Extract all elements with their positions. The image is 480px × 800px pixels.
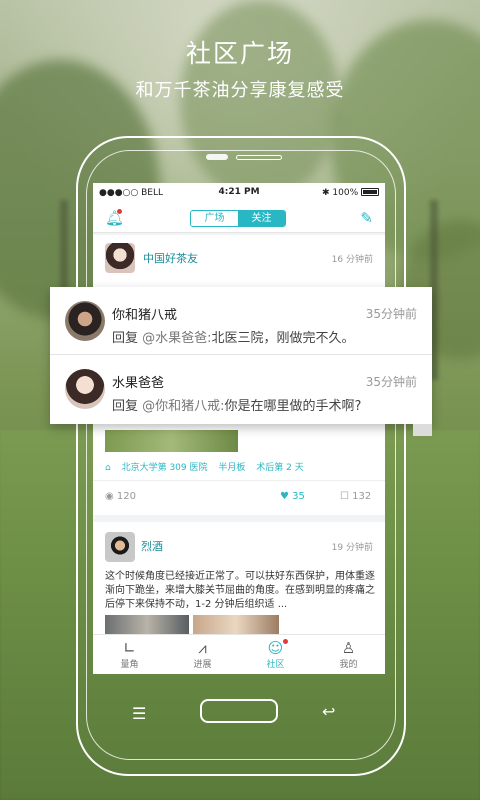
popup-shadow-edge — [413, 424, 432, 436]
hero-subtitle: 和万千茶油分享康复感受 — [135, 80, 345, 101]
reply-author[interactable]: 水果爸爸 — [112, 372, 164, 391]
reply-time: 35分钟前 — [365, 307, 417, 321]
app-screen: ●●●○○ BELL 4:21 PM ✱ 100% 🔔︎ 广场 关注 ✎ 中国好… — [93, 183, 385, 674]
tab-profile[interactable]: ♙ 我的 — [312, 635, 385, 674]
post-body[interactable]: 这个时候角度已经接近正常了。可以扶好东西保护，用体重逐渐向下跪坐，来增大膝关节屈… — [105, 570, 375, 612]
bell-icon[interactable]: 🔔︎ — [105, 209, 124, 226]
post-time: 16 分钟前 — [331, 255, 373, 265]
notification-dot — [283, 639, 288, 644]
post-tags: ⌂ 北京大学第 309 医院 半月板 术后第 2 天 — [105, 460, 312, 473]
avatar[interactable] — [105, 532, 135, 562]
battery-status: ✱ 100% — [322, 188, 379, 198]
hero-title: 社区广场 — [185, 39, 294, 68]
divider — [93, 480, 385, 481]
tag-stage[interactable]: 术后第 2 天 — [256, 463, 303, 473]
reply-content: 北医三院，刚做完不久。 — [211, 331, 355, 346]
tab-measure[interactable]: ∟ 量角 — [93, 635, 166, 674]
protractor-icon: ∟ — [123, 639, 136, 657]
reply-mention[interactable]: @水果爸爸: — [142, 331, 211, 346]
post-time: 19 分钟前 — [331, 543, 373, 553]
back-key-icon: ↩ — [322, 702, 336, 721]
reply-prefix: 回复 — [112, 399, 139, 414]
status-bar: ●●●○○ BELL 4:21 PM ✱ 100% — [93, 183, 385, 203]
avatar[interactable] — [65, 301, 105, 341]
battery-percent: 100% — [332, 188, 359, 198]
reply-popup: 你和猪八戒 35分钟前 回复 @水果爸爸:北医三院，刚做完不久。 水果爸爸 35… — [50, 287, 432, 424]
reply-mention[interactable]: @你和猪八戒: — [142, 399, 224, 414]
post-image[interactable] — [105, 430, 238, 452]
heart-icon: ♥ — [280, 491, 289, 502]
tab-progress[interactable]: ⩘ 进展 — [166, 635, 239, 674]
battery-icon — [361, 188, 379, 196]
eye-icon: ◉ — [105, 491, 114, 502]
notification-dot — [117, 209, 122, 214]
tab-follow[interactable]: 关注 — [238, 211, 285, 226]
chart-icon: ⩘ — [198, 639, 207, 657]
like-button[interactable]: ♥ 35 — [280, 491, 305, 502]
tab-label: 社区 — [266, 660, 285, 670]
tag-hospital[interactable]: 北京大学第 309 医院 — [122, 463, 208, 473]
tab-label: 量角 — [120, 660, 139, 670]
reply-text: 回复 @你和猪八戒:你是在哪里做的手术啊? — [112, 395, 361, 414]
profile-icon: ♙ — [341, 639, 356, 657]
author-name[interactable]: 中国好茶友 — [143, 250, 198, 266]
tab-community[interactable]: ☺ 社区 — [239, 635, 312, 674]
avatar[interactable] — [105, 243, 135, 273]
reply-time: 35分钟前 — [365, 375, 417, 389]
community-icon: ☺ — [267, 639, 284, 657]
reply-item[interactable]: 水果爸爸 35分钟前 回复 @你和猪八戒:你是在哪里做的手术啊? — [50, 355, 432, 423]
menu-key-icon: ☰ — [132, 704, 147, 723]
tab-label: 进展 — [193, 660, 212, 670]
avatar[interactable] — [65, 369, 105, 409]
reply-author[interactable]: 你和猪八戒 — [112, 304, 177, 323]
phone-speaker — [236, 155, 282, 160]
comment-icon: ☐ — [340, 491, 349, 502]
reply-prefix: 回复 — [112, 331, 139, 346]
home-key — [200, 699, 278, 723]
tag-injury[interactable]: 半月板 — [218, 463, 245, 473]
phone-camera — [206, 154, 228, 160]
bottom-tabbar: ∟ 量角 ⩘ 进展 ☺ 社区 ♙ 我的 — [93, 634, 385, 674]
tag-icon: ⌂ — [105, 463, 111, 473]
tab-label: 我的 — [339, 660, 358, 670]
bluetooth-icon: ✱ — [321, 188, 330, 198]
top-nav: 🔔︎ 广场 关注 ✎ — [93, 203, 385, 233]
reply-text: 回复 @水果爸爸:北医三院，刚做完不久。 — [112, 327, 355, 346]
segment-control: 广场 关注 — [190, 210, 286, 227]
comment-button[interactable]: ☐ 132 — [340, 491, 371, 502]
reply-item[interactable]: 你和猪八戒 35分钟前 回复 @水果爸爸:北医三院，刚做完不久。 — [50, 287, 432, 355]
edit-icon[interactable]: ✎ — [360, 209, 373, 227]
views-count: ◉ 120 — [105, 491, 137, 502]
reply-content: 你是在哪里做的手术啊? — [224, 399, 362, 414]
author-name[interactable]: 烈酒 — [141, 538, 163, 554]
tab-square[interactable]: 广场 — [191, 211, 238, 226]
